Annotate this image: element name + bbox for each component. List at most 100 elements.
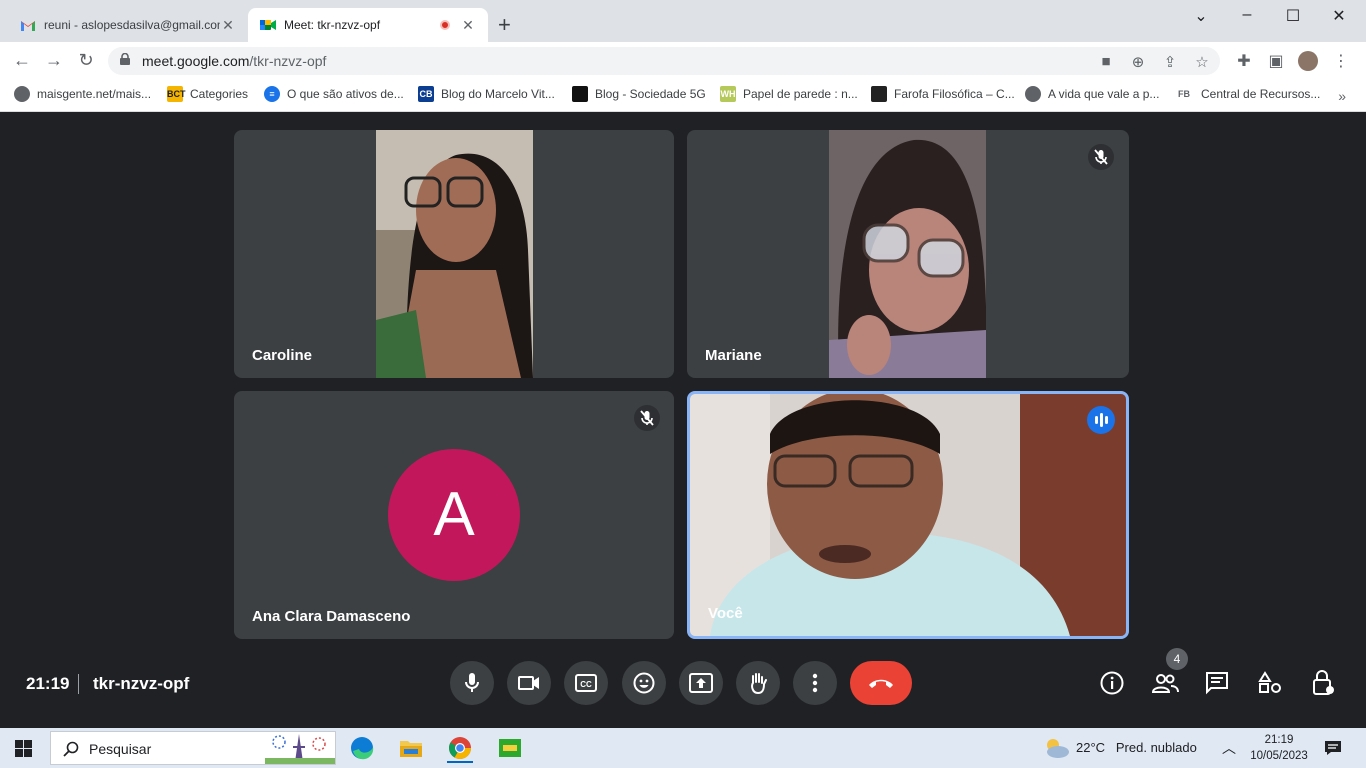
- participant-video: [376, 130, 533, 378]
- svg-text:CC: CC: [580, 680, 592, 689]
- tray-chevron-icon[interactable]: ︿: [1222, 738, 1236, 758]
- search-icon: [63, 741, 79, 757]
- tab-title: reuni - aslopesdasilva@gmail.com: [44, 18, 220, 32]
- chat-button[interactable]: [1202, 668, 1232, 698]
- participant-video: [829, 130, 986, 378]
- globe-icon: [1025, 86, 1041, 102]
- bookmark-item[interactable]: maisgente.net/mais...: [14, 86, 151, 102]
- bookmark-label: Categories: [190, 87, 249, 101]
- back-icon[interactable]: ←: [10, 50, 34, 71]
- weather-desc: Pred. nublado: [1115, 740, 1197, 755]
- close-window-button[interactable]: ✕: [1316, 6, 1362, 26]
- profile-avatar[interactable]: [1298, 51, 1318, 71]
- globe-icon: [14, 86, 30, 102]
- bookmark-item[interactable]: A vida que vale a p...: [1025, 86, 1159, 102]
- separator: [78, 674, 79, 694]
- participant-tile[interactable]: A Ana Clara Damasceno: [234, 391, 674, 639]
- url-path: /tkr-nzvz-opf: [249, 53, 327, 69]
- bookmark-label: A vida que vale a p...: [1048, 87, 1160, 101]
- side-panel-icon[interactable]: ▣: [1265, 51, 1287, 73]
- windows-taskbar: Pesquisar 22°C Pred. nublado ︿ 21:19 10/…: [0, 728, 1366, 768]
- more-options-icon: [812, 673, 818, 693]
- tab-search-icon[interactable]: ⌄: [1178, 6, 1224, 26]
- notifications-icon[interactable]: [1324, 740, 1342, 756]
- camera-button[interactable]: [507, 661, 551, 705]
- camera-in-use-icon[interactable]: ■: [1096, 53, 1116, 71]
- bookmark-label: Farofa Filosófica – C...: [894, 87, 1015, 101]
- participant-name: Caroline: [252, 347, 313, 364]
- participant-name: Ana Clara Damasceno: [252, 608, 411, 625]
- meet-stage: Caroline Mariane A Ana Clara Damasceno V…: [0, 112, 1366, 728]
- weather-cloud-icon[interactable]: [1042, 736, 1070, 760]
- bookmark-label: Blog - Sociedade 5G: [595, 87, 706, 101]
- address-bar[interactable]: meet.google.com/tkr-nzvz-opf ■ ⊕ ⇪ ☆: [108, 47, 1220, 75]
- taskbar-search-box[interactable]: Pesquisar: [50, 731, 336, 765]
- mic-button[interactable]: [450, 661, 494, 705]
- windows-start-icon[interactable]: [15, 740, 32, 757]
- meeting-details-button[interactable]: [1097, 668, 1127, 698]
- captions-button[interactable]: CC: [564, 661, 608, 705]
- bookmark-label: Papel de parede : n...: [743, 87, 858, 101]
- end-call-button[interactable]: [850, 661, 912, 705]
- muted-mic-icon: [634, 405, 660, 431]
- lock-icon[interactable]: [120, 53, 130, 65]
- bookmark-item[interactable]: ≡ O que são ativos de...: [264, 86, 404, 102]
- weather-widget[interactable]: 22°C Pred. nublado: [1076, 740, 1197, 755]
- search-placeholder: Pesquisar: [89, 741, 152, 757]
- file-explorer-icon[interactable]: [396, 733, 426, 763]
- maximize-button[interactable]: ☐: [1270, 6, 1316, 26]
- bookmark-item[interactable]: Blog - Sociedade 5G: [572, 86, 706, 102]
- end-call-icon: [869, 679, 893, 688]
- url-host: meet.google.com: [142, 53, 250, 69]
- participant-count-badge: 4: [1166, 648, 1188, 670]
- bookmarks-overflow-icon[interactable]: »: [1338, 88, 1346, 104]
- bookmark-item[interactable]: FB Central de Recursos...: [1174, 86, 1320, 102]
- close-tab-icon[interactable]: ✕: [460, 17, 476, 34]
- bookmark-item[interactable]: Farofa Filosófica – C...: [871, 86, 1015, 102]
- tab-meet[interactable]: Meet: tkr-nzvz-opf ✕: [248, 8, 488, 42]
- zoom-icon[interactable]: ⊕: [1128, 53, 1148, 71]
- tab-title: Meet: tkr-nzvz-opf: [284, 18, 381, 32]
- more-options-button[interactable]: [793, 661, 837, 705]
- emoji-icon: [633, 672, 655, 694]
- chrome-app-icon[interactable]: [445, 733, 475, 763]
- close-tab-icon[interactable]: ✕: [220, 17, 236, 34]
- edge-app-icon[interactable]: [347, 733, 377, 763]
- reactions-button[interactable]: [622, 661, 666, 705]
- system-clock[interactable]: 21:19 10/05/2023: [1244, 732, 1314, 764]
- minimize-button[interactable]: –: [1224, 6, 1270, 24]
- bookmark-item[interactable]: CB Blog do Marcelo Vit...: [418, 86, 555, 102]
- raise-hand-icon: [751, 673, 767, 695]
- info-icon: [1100, 671, 1124, 695]
- bookmark-item[interactable]: BCT Categories: [167, 86, 248, 102]
- bookmark-item[interactable]: WH Papel de parede : n...: [720, 86, 858, 102]
- participant-tile[interactable]: Caroline: [234, 130, 674, 378]
- meeting-clock: 21:19: [26, 674, 70, 693]
- extensions-icon[interactable]: ✚: [1233, 51, 1255, 73]
- bct-icon: BCT: [167, 86, 186, 102]
- activities-button[interactable]: [1255, 668, 1285, 698]
- participant-tile[interactable]: Mariane: [687, 130, 1129, 378]
- chat-icon: [1206, 672, 1228, 695]
- present-button[interactable]: [679, 661, 723, 705]
- raise-hand-button[interactable]: [736, 661, 780, 705]
- new-tab-button[interactable]: +: [498, 14, 511, 36]
- active-app-indicator: [447, 761, 473, 763]
- app-icon[interactable]: [495, 733, 525, 763]
- mic-icon: [465, 673, 479, 692]
- camera-icon: [518, 676, 539, 690]
- self-tile[interactable]: Você: [687, 391, 1129, 639]
- reload-icon[interactable]: ↻: [74, 50, 98, 71]
- tab-gmail[interactable]: reuni - aslopesdasilva@gmail.com ✕: [8, 8, 248, 42]
- forward-icon[interactable]: →: [42, 50, 66, 71]
- bookmarks-bar: maisgente.net/mais... BCT Categories ≡ O q…: [0, 80, 1366, 112]
- farofa-icon: [871, 86, 887, 102]
- bookmark-star-icon[interactable]: ☆: [1192, 53, 1212, 71]
- clock-date: 10/05/2023: [1250, 750, 1308, 762]
- more-menu-icon[interactable]: ⋮: [1330, 51, 1352, 73]
- weather-temp: 22°C: [1076, 740, 1106, 755]
- people-button[interactable]: [1150, 668, 1180, 698]
- host-controls-button[interactable]: [1308, 668, 1338, 698]
- gmail-icon: [21, 21, 35, 31]
- share-icon[interactable]: ⇪: [1160, 53, 1180, 71]
